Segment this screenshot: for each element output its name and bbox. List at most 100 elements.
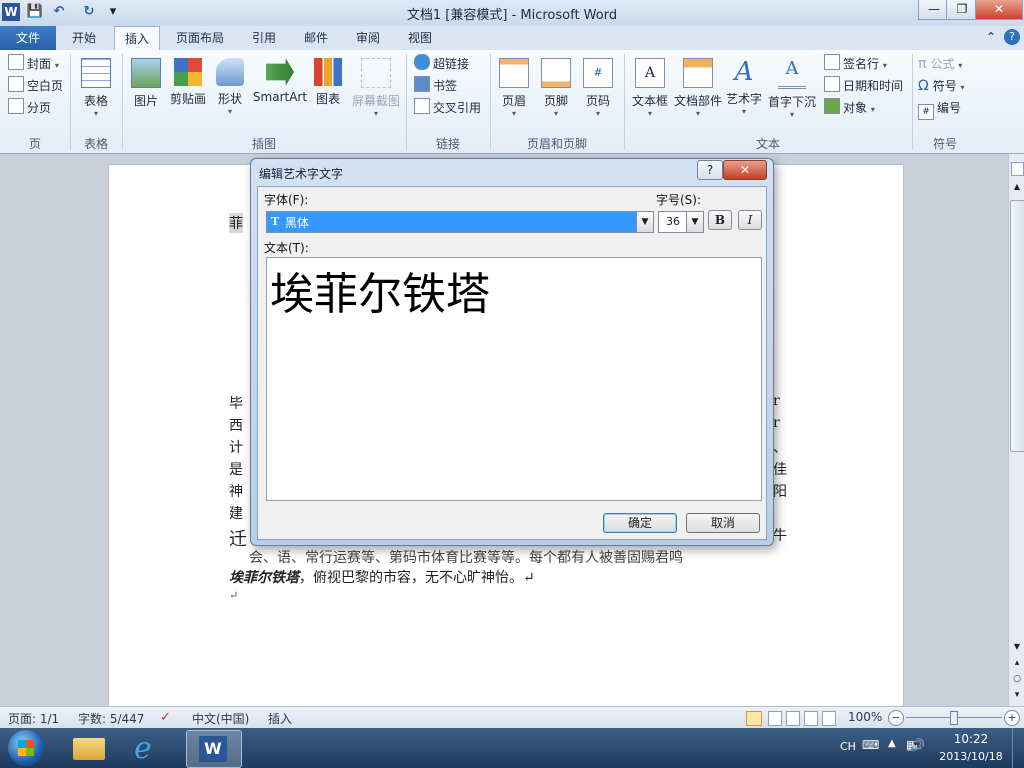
picture-button[interactable]: 图片 [128,58,164,109]
document-fragment: 神 [229,484,243,500]
tab-view[interactable]: 视图 [398,26,442,50]
table-icon [81,58,111,88]
header-button[interactable]: 页眉 ▾ [496,58,532,118]
quick-parts-button[interactable]: 文档部件 ▾ [672,58,724,118]
ruler-toggle-icon[interactable] [1011,162,1024,176]
prev-page-icon[interactable]: ▴ [1011,658,1023,668]
dialog-close-button[interactable]: ✕ [723,160,767,180]
web-layout-icon[interactable] [786,711,800,726]
cross-reference-icon [414,98,430,114]
show-desktop-button[interactable] [1012,728,1024,768]
italic-button[interactable]: I [738,210,762,230]
dialog-help-button[interactable]: ? [697,160,723,180]
page-break-button[interactable]: 分页 [8,98,51,118]
taskbar-ie-button[interactable]: e [128,732,170,764]
next-page-icon[interactable]: ▾ [1011,690,1023,700]
table-button[interactable]: 表格 ▾ [76,58,116,118]
tab-references[interactable]: 引用 [242,26,286,50]
object-button[interactable]: 对象 ▾ [824,98,875,118]
size-select[interactable]: 36 [658,211,688,233]
screenshot-button[interactable]: 屏幕截图 ▾ [350,58,402,118]
scroll-down-icon[interactable]: ▼ [1011,642,1023,651]
zoom-slider-thumb[interactable] [950,711,958,725]
clip-art-button[interactable]: 剪贴画 [166,58,210,107]
cover-page-icon [8,54,24,70]
show-hidden-icons[interactable]: ▲ [888,738,896,749]
page-number-button[interactable]: # 页码 ▾ [580,58,616,118]
cancel-button[interactable]: 取消 [686,513,760,533]
clock-time[interactable]: 10:22 [946,732,996,746]
close-button[interactable]: ✕ [975,0,1023,20]
paragraph-mark: ↵ [229,589,239,602]
document-fragment: 迁 [229,529,247,550]
text-box-icon: A [635,58,665,88]
text-label: 文本(T): [264,241,309,255]
tab-mailings[interactable]: 邮件 [294,26,338,50]
group-label-illustrations: 插图 [251,137,276,151]
draft-view-icon[interactable] [822,711,836,726]
wordart-text-input[interactable]: 埃菲尔铁塔 [266,257,762,501]
ime-indicator[interactable]: CH [840,740,856,753]
text-box-button[interactable]: A 文本框 ▾ [628,58,672,118]
document-fragment: 是 [229,462,243,478]
tab-review[interactable]: 审阅 [346,26,390,50]
scroll-up-icon[interactable]: ▲ [1011,182,1023,191]
bold-button[interactable]: B [708,210,732,230]
maximize-button[interactable]: ❐ [946,0,978,20]
insert-mode-status[interactable]: 插入 [268,710,292,727]
internet-explorer-icon: e [134,731,152,766]
smartart-button[interactable]: SmartArt [252,58,308,104]
taskbar-word-button[interactable]: W [186,730,242,768]
bookmark-button[interactable]: 书签 [414,76,457,96]
clock-date[interactable]: 2013/10/18 [934,750,1008,763]
tab-insert[interactable]: 插入 [114,26,161,51]
proofing-icon[interactable]: ✓ [160,710,171,725]
ok-button[interactable]: 确定 [603,513,677,533]
start-button[interactable] [8,730,44,766]
vertical-scrollbar[interactable]: ▲ ▼ ▴ ○ ▾ [1008,154,1024,706]
zoom-level[interactable]: 100% [848,710,882,724]
ribbon-minimize-icon[interactable]: ⌃ [986,30,996,44]
document-fragment: 菲 [229,213,243,233]
header-icon [499,58,529,88]
scroll-thumb[interactable] [1010,200,1024,452]
clip-art-icon [174,58,202,86]
ribbon-tab-row: 文件 开始 插入 页面布局 引用 邮件 审阅 视图 ⌃ ? [0,26,1024,51]
language-status[interactable]: 中文(中国) [192,710,249,727]
keyboard-icon[interactable]: ⌨ [862,738,879,752]
font-dropdown-arrow[interactable]: ▼ [636,211,654,233]
omega-icon: Ω [918,78,929,94]
help-icon[interactable]: ? [1004,29,1020,45]
symbol-button[interactable]: Ω 符号 ▾ [918,76,965,96]
hyperlink-button[interactable]: 超链接 [414,54,469,74]
cross-reference-button[interactable]: 交叉引用 [414,98,481,118]
equation-button[interactable]: π 公式 ▾ [918,54,962,74]
cover-page-button[interactable]: 封面 ▾ [8,54,59,74]
signature-line-button[interactable]: 签名行 ▾ [824,54,887,74]
chart-button[interactable]: 图表 [310,58,346,107]
volume-icon[interactable]: 🔊 [910,738,925,752]
blank-page-button[interactable]: 空白页 [8,76,63,96]
footer-button[interactable]: 页脚 ▾ [538,58,574,118]
browse-object-icon[interactable]: ○ [1011,674,1023,684]
date-time-button[interactable]: 日期和时间 [824,76,903,96]
document-fragment: r [773,415,780,431]
screenshot-icon [361,58,391,88]
drop-cap-button[interactable]: A 首字下沉 ▾ [766,58,818,119]
font-select[interactable]: T 黑体 [266,211,652,233]
shapes-button[interactable]: 形状 ▾ [212,58,248,116]
print-layout-icon[interactable] [746,711,762,726]
zoom-in-button[interactable]: + [1004,710,1020,726]
wordart-button[interactable]: A 艺术字 ▾ [724,58,764,116]
size-dropdown-arrow[interactable]: ▼ [686,211,704,233]
full-screen-reading-icon[interactable] [768,711,782,726]
page-count-status[interactable]: 页面: 1/1 [8,710,59,727]
tab-file[interactable]: 文件 [0,26,56,50]
tab-home[interactable]: 开始 [62,26,106,50]
zoom-out-button[interactable]: − [888,710,904,726]
numbering-button[interactable]: # 编号 [918,98,961,120]
word-count-status[interactable]: 字数: 5/447 [78,710,144,727]
outline-view-icon[interactable] [804,711,818,726]
tab-page-layout[interactable]: 页面布局 [166,26,234,50]
taskbar-explorer-button[interactable] [68,732,110,764]
